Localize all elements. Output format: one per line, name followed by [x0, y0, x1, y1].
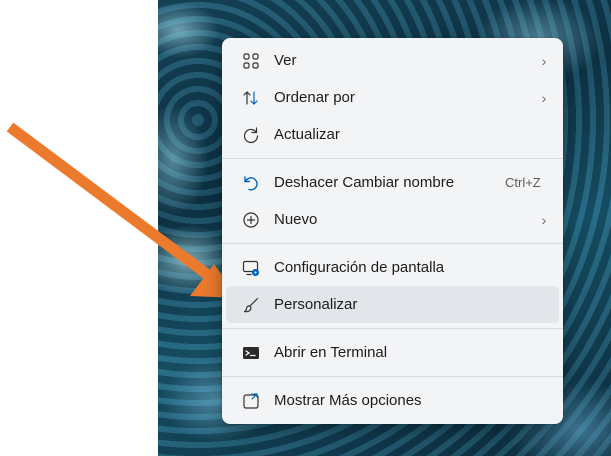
menu-item-label: Nuevo: [274, 211, 318, 228]
new-icon: [226, 211, 274, 229]
menu-item-ver[interactable]: Ver ›: [226, 42, 559, 79]
terminal-icon: [226, 344, 274, 362]
menu-item-label: Deshacer Cambiar nombre: [274, 174, 455, 191]
menu-item-label: Personalizar: [274, 296, 358, 313]
brush-icon: [226, 296, 274, 314]
menu-item-actualizar[interactable]: Actualizar: [226, 116, 559, 153]
display-settings-icon: [226, 259, 274, 277]
chevron-right-icon: ›: [541, 211, 547, 228]
undo-icon: [226, 174, 274, 192]
menu-item-deshacer[interactable]: Deshacer Cambiar nombre Ctrl+Z: [226, 164, 559, 201]
grid-icon: [226, 52, 274, 70]
chevron-right-icon: ›: [541, 89, 547, 106]
refresh-icon: [226, 126, 274, 144]
more-options-icon: [226, 392, 274, 410]
menu-separator: [222, 328, 563, 329]
sort-icon: [226, 89, 274, 107]
context-menu: Ver › Ordenar por › Actualizar Deshacer …: [222, 38, 563, 424]
menu-item-label: Ordenar por: [274, 89, 355, 106]
menu-item-nuevo[interactable]: Nuevo ›: [226, 201, 559, 238]
menu-separator: [222, 243, 563, 244]
menu-separator: [222, 376, 563, 377]
menu-item-personalizar[interactable]: Personalizar: [226, 286, 559, 323]
menu-item-ordenar-por[interactable]: Ordenar por ›: [226, 79, 559, 116]
menu-item-label: Mostrar Más opciones: [274, 392, 422, 409]
menu-item-configuracion-pantalla[interactable]: Configuración de pantalla: [226, 249, 559, 286]
menu-separator: [222, 158, 563, 159]
menu-item-label: Actualizar: [274, 126, 340, 143]
menu-item-label: Configuración de pantalla: [274, 259, 445, 276]
menu-item-label: Ver: [274, 52, 297, 69]
chevron-right-icon: ›: [541, 52, 547, 69]
menu-item-label: Abrir en Terminal: [274, 344, 388, 361]
menu-item-abrir-terminal[interactable]: Abrir en Terminal: [226, 334, 559, 371]
menu-item-mostrar-mas-opciones[interactable]: Mostrar Más opciones: [226, 382, 559, 419]
shortcut-label: Ctrl+Z: [505, 175, 541, 190]
